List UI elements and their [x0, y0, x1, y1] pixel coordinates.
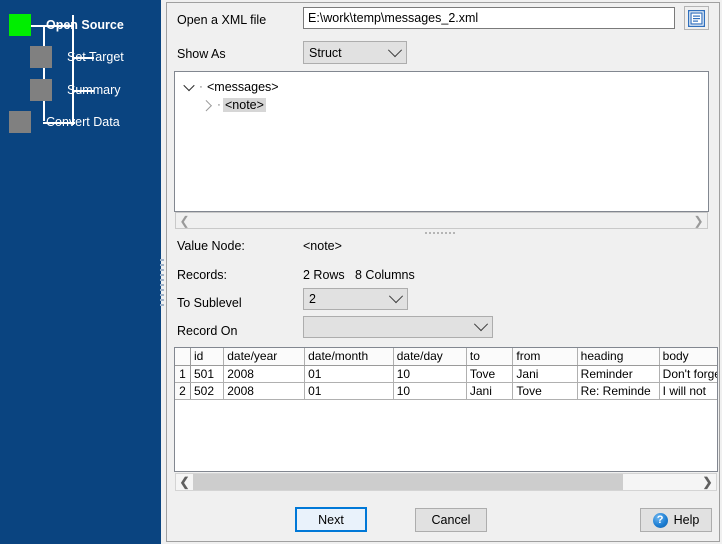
step-indicator-icon	[30, 46, 52, 68]
column-header-date-year[interactable]: date/year	[224, 348, 305, 365]
sidebar-step-label: Set Target	[67, 50, 124, 64]
cell-from[interactable]: Tove	[513, 382, 577, 399]
file-document-icon	[688, 10, 705, 27]
table-row[interactable]: 2 502 2008 01 10 Jani Tove Re: Reminde I…	[175, 382, 718, 399]
step-indicator-icon	[9, 111, 31, 133]
tree-node-label: <note>	[223, 98, 266, 112]
cell-id[interactable]: 502	[191, 382, 224, 399]
records-rows-value: 2 Rows	[303, 268, 345, 282]
horizontal-splitter-grip[interactable]	[425, 232, 455, 234]
records-label: Records:	[177, 268, 227, 282]
to-sublevel-label: To Sublevel	[177, 296, 242, 310]
column-header-date-day[interactable]: date/day	[393, 348, 466, 365]
cell-heading[interactable]: Reminder	[577, 365, 659, 382]
sidebar-step-convert-data[interactable]: Convert Data	[9, 110, 120, 134]
scroll-right-arrow-icon[interactable]: ❯	[690, 214, 707, 228]
step-indicator-icon	[9, 14, 31, 36]
step-indicator-icon	[30, 79, 52, 101]
sidebar-step-set-target[interactable]: Set Target	[30, 45, 124, 69]
column-header-date-month[interactable]: date/month	[305, 348, 394, 365]
column-header-id[interactable]: id	[191, 348, 224, 365]
chevron-down-icon	[470, 322, 492, 332]
cell-body[interactable]: Don't forget m	[659, 365, 718, 382]
column-header-to[interactable]: to	[466, 348, 513, 365]
tree-node-note[interactable]: · <note>	[175, 96, 708, 114]
wizard-sidebar: Open Source Set Target Summary Convert D…	[0, 0, 161, 544]
file-label: Open a XML file	[177, 13, 266, 27]
value-node-value: <note>	[303, 239, 342, 253]
grid-horizontal-scrollbar[interactable]: ❮ ❯	[175, 473, 717, 491]
show-as-select[interactable]: Struct	[303, 41, 407, 64]
cell-date-year[interactable]: 2008	[224, 382, 305, 399]
records-columns-value: 8 Columns	[355, 268, 415, 282]
sidebar-step-summary[interactable]: Summary	[30, 78, 120, 102]
cell-id[interactable]: 501	[191, 365, 224, 382]
cell-date-month[interactable]: 01	[305, 382, 394, 399]
scroll-left-arrow-icon[interactable]: ❮	[176, 214, 193, 228]
cell-date-day[interactable]: 10	[393, 382, 466, 399]
to-sublevel-select[interactable]: 2	[303, 288, 408, 310]
chevron-down-icon	[385, 294, 407, 304]
record-on-select[interactable]	[303, 316, 493, 338]
cell-to[interactable]: Jani	[466, 382, 513, 399]
scroll-right-arrow-icon[interactable]: ❯	[699, 475, 716, 489]
browse-file-button[interactable]	[684, 6, 709, 30]
scroll-left-arrow-icon[interactable]: ❮	[176, 475, 193, 489]
cell-body[interactable]: I will not	[659, 382, 718, 399]
question-mark-icon: ?	[653, 513, 668, 528]
tree-horizontal-scrollbar[interactable]: ❮ ❯	[175, 212, 708, 229]
row-number-cell: 1	[175, 365, 191, 382]
table-header-row: id date/year date/month date/day to from…	[175, 348, 718, 365]
show-as-label: Show As	[177, 47, 226, 61]
tree-node-messages[interactable]: · <messages>	[175, 78, 708, 96]
cell-from[interactable]: Jani	[513, 365, 577, 382]
sidebar-step-label: Summary	[67, 83, 120, 97]
sidebar-step-label: Open Source	[46, 18, 124, 32]
row-number-header	[175, 348, 191, 365]
next-button-label: Next	[318, 513, 344, 527]
chevron-right-icon[interactable]	[199, 101, 215, 109]
sidebar-step-label: Convert Data	[46, 115, 120, 129]
chevron-down-icon[interactable]	[181, 83, 197, 91]
vertical-splitter-grip[interactable]	[160, 259, 164, 306]
preview-table: id date/year date/month date/day to from…	[175, 348, 718, 400]
tree-node-bullet: ·	[215, 99, 223, 111]
xml-structure-tree[interactable]: · <messages> · <note>	[174, 71, 709, 212]
xml-import-wizard-window: Open Source Set Target Summary Convert D…	[0, 0, 722, 544]
xml-file-path-input[interactable]	[303, 7, 675, 29]
cell-to[interactable]: Tove	[466, 365, 513, 382]
table-row[interactable]: 1 501 2008 01 10 Tove Jani Reminder Don'…	[175, 365, 718, 382]
next-button[interactable]: Next	[295, 507, 367, 532]
scroll-track[interactable]	[193, 213, 690, 228]
cancel-button-label: Cancel	[432, 513, 471, 527]
preview-data-grid[interactable]: id date/year date/month date/day to from…	[174, 347, 718, 472]
tree-node-label: <messages>	[205, 80, 281, 94]
scroll-track[interactable]	[193, 474, 699, 490]
main-panel: Open a XML file Show As Struct · <messag…	[166, 2, 720, 542]
tree-node-bullet: ·	[197, 81, 205, 93]
row-number-cell: 2	[175, 382, 191, 399]
wizard-connector-line	[43, 26, 45, 121]
value-node-label: Value Node:	[177, 239, 245, 253]
cell-heading[interactable]: Re: Reminde	[577, 382, 659, 399]
cancel-button[interactable]: Cancel	[415, 508, 487, 532]
to-sublevel-value: 2	[304, 292, 385, 306]
column-header-body[interactable]: body	[659, 348, 718, 365]
scroll-thumb[interactable]	[193, 474, 623, 490]
cell-date-day[interactable]: 10	[393, 365, 466, 382]
column-header-from[interactable]: from	[513, 348, 577, 365]
show-as-value: Struct	[304, 46, 384, 60]
column-header-heading[interactable]: heading	[577, 348, 659, 365]
chevron-down-icon	[384, 48, 406, 58]
sidebar-step-open-source[interactable]: Open Source	[9, 13, 124, 37]
record-on-label: Record On	[177, 324, 237, 338]
cell-date-month[interactable]: 01	[305, 365, 394, 382]
help-button-label: Help	[674, 513, 700, 527]
help-button[interactable]: ? Help	[640, 508, 712, 532]
cell-date-year[interactable]: 2008	[224, 365, 305, 382]
